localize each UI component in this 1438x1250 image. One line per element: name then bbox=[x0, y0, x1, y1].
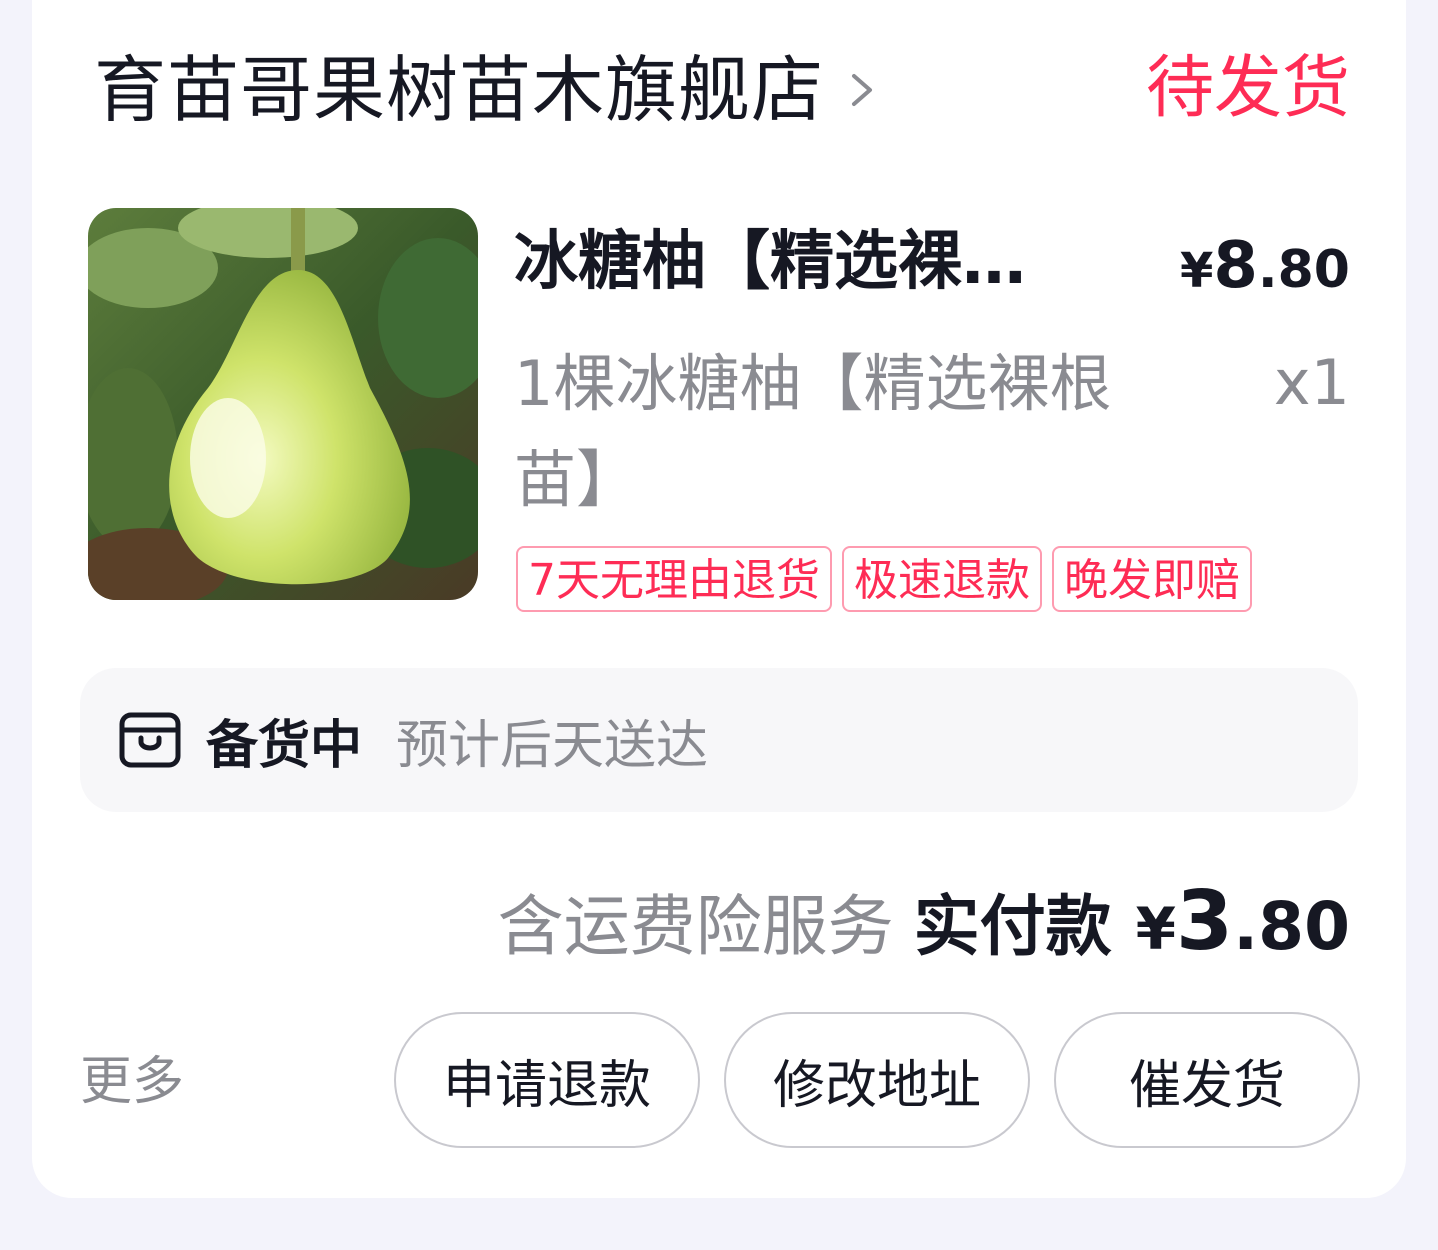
service-tags: 7天无理由退货 极速退款 晚发即赔 bbox=[516, 546, 1252, 612]
change-address-button[interactable]: 修改地址 bbox=[724, 1012, 1030, 1148]
unit-price-currency: ¥ bbox=[1179, 243, 1214, 299]
product-image[interactable] bbox=[88, 208, 478, 600]
product-quantity: x1 bbox=[1273, 346, 1350, 419]
paid-amount-currency: ¥ bbox=[1135, 895, 1177, 963]
paid-amount: ¥3.80 bbox=[1136, 872, 1350, 994]
order-total: 含运费险服务 实付款 ¥3.80 bbox=[498, 872, 1350, 994]
tag-fast-refund: 极速退款 bbox=[842, 546, 1042, 612]
unit-price-decimal: .80 bbox=[1257, 240, 1350, 300]
shipping-status: 备货中 bbox=[206, 715, 363, 776]
product-title[interactable]: 冰糖柚【精选裸根苗】 bbox=[514, 220, 1074, 304]
store-link[interactable]: 育苗哥果树苗木旗舰店 bbox=[94, 42, 882, 138]
product-sku: 1棵冰糖柚【精选裸根苗】 bbox=[514, 347, 1112, 516]
chevron-right-icon[interactable] bbox=[842, 70, 882, 110]
tag-late-shipping-compensation: 晚发即赔 bbox=[1052, 546, 1252, 612]
unit-price: ¥8.80 bbox=[1180, 228, 1350, 320]
shipping-eta: 预计后天送达 bbox=[396, 715, 709, 776]
box-icon bbox=[118, 708, 182, 772]
paid-label: 实付款 bbox=[913, 888, 1112, 965]
insurance-note: 含运费险服务 bbox=[497, 888, 894, 965]
more-button[interactable]: 更多 bbox=[80, 1050, 184, 1114]
order-status: 待发货 bbox=[1145, 49, 1350, 128]
apply-refund-button[interactable]: 申请退款 bbox=[394, 1012, 700, 1148]
paid-amount-decimal: .80 bbox=[1233, 888, 1350, 965]
shipping-status-bar[interactable]: 备货中 预计后天送达 bbox=[80, 668, 1358, 812]
paid-amount-integer: 3 bbox=[1176, 874, 1234, 969]
urge-shipping-button[interactable]: 催发货 bbox=[1054, 1012, 1360, 1148]
store-name[interactable]: 育苗哥果树苗木旗舰店 bbox=[94, 42, 824, 138]
unit-price-integer: 8 bbox=[1213, 229, 1258, 303]
tag-return-7-days: 7天无理由退货 bbox=[516, 546, 832, 612]
